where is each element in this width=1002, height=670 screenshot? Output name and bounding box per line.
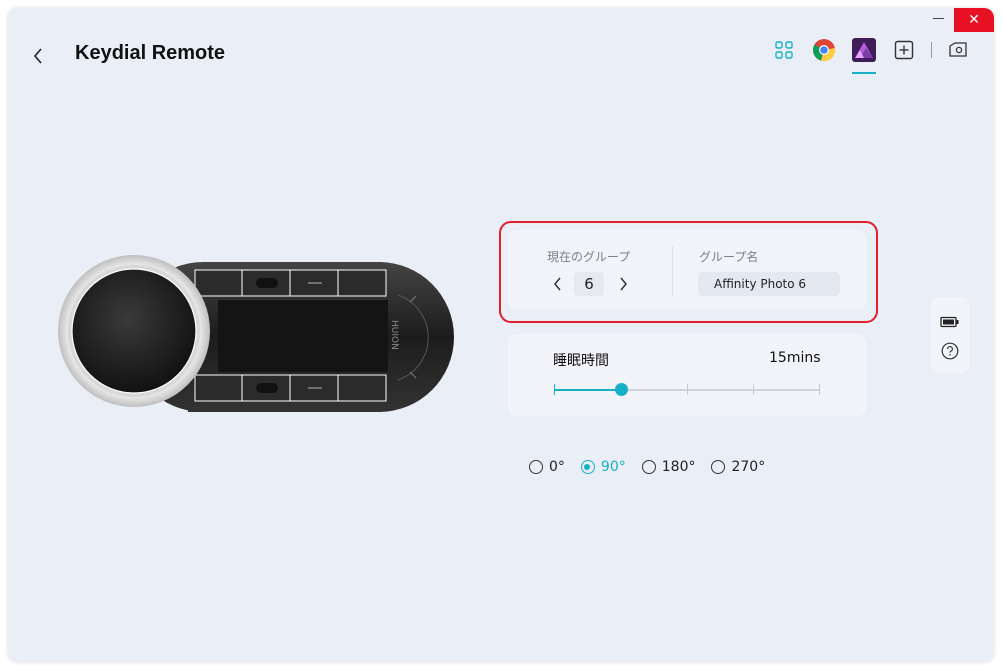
header-separator <box>931 42 932 58</box>
slider-tick <box>819 384 820 395</box>
rotation-options: 0° 90° 180° 270° <box>529 459 781 475</box>
slider-tick <box>753 384 754 395</box>
chevron-right-icon <box>620 277 627 291</box>
sleep-panel <box>508 334 866 416</box>
battery-icon[interactable] <box>940 313 960 332</box>
radio-circle <box>580 460 595 474</box>
sleep-time-value: 15mins <box>769 350 821 366</box>
group-name-label: グループ名 <box>699 250 759 264</box>
keydial-device: HUION <box>58 240 458 429</box>
device-settings-icon[interactable] <box>946 38 970 62</box>
page-title: Keydial Remote <box>75 42 226 64</box>
side-widget <box>931 297 969 373</box>
minimize-button[interactable] <box>928 8 948 28</box>
rotation-label: 180° <box>661 459 696 475</box>
grid-icon[interactable] <box>772 38 796 62</box>
add-app-icon[interactable] <box>892 38 916 62</box>
slider-tick <box>554 384 555 395</box>
brand-label: HUION <box>389 320 399 350</box>
active-app-indicator <box>852 72 876 74</box>
radio-circle <box>711 460 726 474</box>
rotation-radio[interactable]: 180° <box>641 459 696 475</box>
slider-tick <box>687 384 688 395</box>
sleep-slider-fill <box>554 389 621 391</box>
rotation-label: 270° <box>731 459 766 475</box>
affinity-photo-icon[interactable] <box>852 38 876 62</box>
sleep-time-label: 睡眠時間 <box>553 353 609 369</box>
back-button[interactable] <box>30 44 46 68</box>
close-button[interactable]: ✕ <box>954 8 994 32</box>
next-group-button[interactable] <box>616 274 630 294</box>
rotation-label: 90° <box>600 459 626 475</box>
chevron-left-icon <box>33 48 42 64</box>
rotation-radio[interactable]: 270° <box>711 459 765 475</box>
close-icon: ✕ <box>968 12 980 28</box>
current-group-value: 6 <box>574 272 604 296</box>
group-name-field[interactable]: Affinity Photo 6 <box>698 272 840 296</box>
chrome-icon[interactable] <box>812 38 836 62</box>
group-divider <box>672 246 673 296</box>
current-group-label: 現在のグループ <box>547 250 631 264</box>
help-icon[interactable] <box>941 342 959 364</box>
rotation-radio[interactable]: 0° <box>529 459 565 475</box>
chevron-left-icon <box>554 277 561 291</box>
sleep-slider-thumb[interactable] <box>614 383 628 396</box>
rotation-label: 0° <box>549 459 565 475</box>
rotation-radio[interactable]: 90° <box>580 459 626 475</box>
radio-circle <box>641 460 656 474</box>
radio-circle <box>529 460 543 474</box>
previous-group-button[interactable] <box>551 274 565 294</box>
